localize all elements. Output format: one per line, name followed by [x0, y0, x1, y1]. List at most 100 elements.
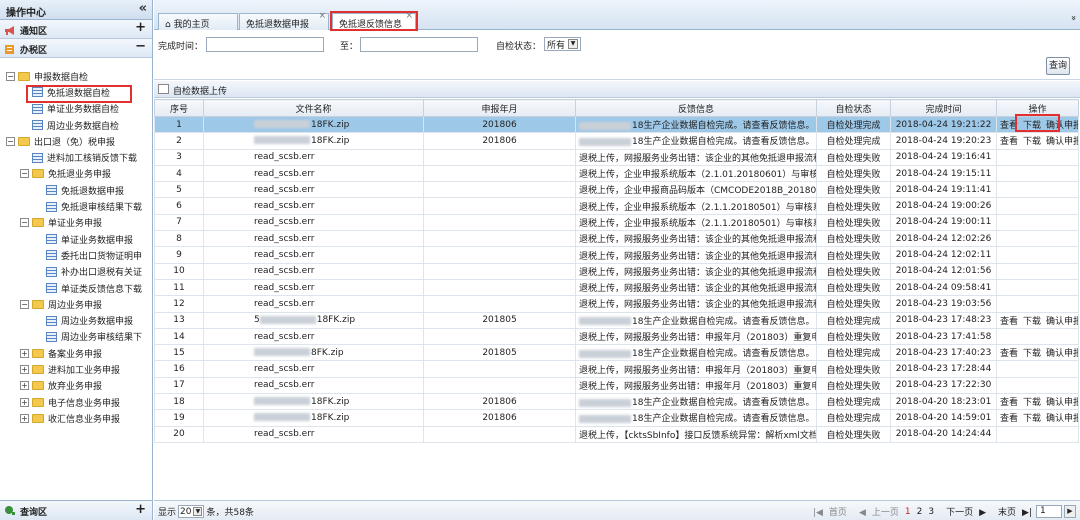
cell-ym — [423, 262, 576, 280]
cell-no: 7 — [154, 213, 204, 232]
prev-page-link[interactable]: ◀ 上一页 — [853, 505, 899, 518]
collapse-icon[interactable]: − — [20, 299, 29, 309]
tree-item[interactable]: − 单证业务申报 — [0, 215, 152, 231]
confirm-declare-link[interactable]: 确认申报 — [1046, 349, 1077, 359]
confirm-declare-link[interactable]: 确认申报 — [1046, 317, 1077, 327]
download-link[interactable]: 下载 — [1023, 414, 1041, 424]
end-time-input[interactable] — [360, 37, 478, 52]
table-row[interactable]: 13 5 18FK.zip 201805 18生产企业数据自检完成。请查看反馈信息。 自检… — [154, 311, 1079, 329]
tree-item[interactable]: − 出口退（免）税申报 — [0, 133, 152, 149]
tree-item[interactable]: + 电子信息业务申报 — [0, 394, 152, 410]
collapse-icon[interactable]: − — [6, 71, 15, 81]
tree-item[interactable]: + 进料加工业务申报 — [0, 361, 152, 377]
expand-icon[interactable]: + — [20, 364, 29, 374]
table-row[interactable]: 16 read_scsb.err 退税上传，网报服务业务出错：申报年月（201803… — [154, 360, 1079, 378]
tree-item[interactable]: 周边业务数据申报 — [0, 312, 152, 328]
page-link-1[interactable]: 1 — [905, 507, 911, 517]
cell-status-text: 自检处理失败 — [826, 365, 881, 376]
table-row[interactable]: 9 read_scsb.err 退税上传，网报服务业务出错：该企业的其他免抵退申报流… — [154, 246, 1079, 264]
chevron-double-down-icon[interactable]: » — [1068, 15, 1078, 21]
expand-icon[interactable]: + — [135, 20, 146, 35]
table-row[interactable]: 3 read_scsb.err 退税上传，网报服务业务出错：该企业的其他免抵退申报流… — [154, 148, 1079, 166]
confirm-declare-link[interactable]: 确认申报 — [1046, 137, 1077, 147]
confirm-declare-link[interactable]: 确认申报 — [1046, 398, 1077, 408]
tree-item-label: 周边业务申报 — [48, 300, 103, 311]
section-tax[interactable]: 办税区 − — [0, 39, 152, 58]
next-page-link[interactable]: 下一页 ▶ — [940, 505, 986, 518]
table-row[interactable]: 4 read_scsb.err 退税上传，企业申报系统版本（2.1.01.20180… — [154, 164, 1079, 183]
status-select[interactable]: 所有 ▼ — [544, 37, 582, 51]
expand-icon[interactable]: + — [20, 381, 29, 391]
page-number-input[interactable]: 1 — [1036, 505, 1062, 518]
tree-item[interactable]: − 免抵退业务申报 — [0, 166, 152, 182]
view-link[interactable]: 查看 — [1000, 414, 1018, 424]
table-row[interactable]: 18 18FK.zip 201806 18生产企业数据自检完成。请查看反馈信息。 自检处… — [154, 393, 1079, 411]
go-arrow-icon[interactable]: ▶ — [1064, 505, 1076, 518]
tree-item[interactable]: + 放弃业务申报 — [0, 378, 152, 394]
collapse-icon[interactable]: − — [6, 136, 15, 146]
tree-item[interactable]: 进料加工核销反馈下载 — [0, 149, 152, 165]
table-row[interactable]: 8 read_scsb.err 退税上传，网报服务业务出错：该企业的其他免抵退申报流… — [154, 230, 1079, 248]
view-link[interactable]: 查看 — [1000, 317, 1018, 327]
page-link-3[interactable]: 3 — [928, 507, 934, 517]
tree-item[interactable]: + 备案业务申报 — [0, 345, 152, 361]
tree-item[interactable]: 周边业务审核结果下 — [0, 329, 152, 345]
table-row[interactable]: 7 read_scsb.err 退税上传，企业申报系统版本（2.1.1.201805… — [154, 213, 1079, 232]
cell-status: 自检处理完成 — [816, 344, 891, 362]
view-link[interactable]: 查看 — [1000, 137, 1018, 147]
tree-item[interactable]: + 收汇信息业务申报 — [0, 410, 152, 426]
tree-item[interactable]: 免抵退数据申报 — [0, 182, 152, 198]
double-chevron-left-icon[interactable]: « — [139, 1, 147, 16]
view-link[interactable]: 查看 — [1000, 398, 1018, 408]
download-link[interactable]: 下载 — [1023, 317, 1041, 327]
expand-icon[interactable]: + — [20, 413, 29, 423]
expand-icon[interactable]: + — [20, 397, 29, 407]
first-page-link[interactable]: |◀ 首页 — [807, 505, 847, 518]
collapse-icon[interactable]: − — [20, 218, 29, 228]
table-row[interactable]: 19 18FK.zip 201806 18生产企业数据自检完成。请查看反馈信息。 自检处… — [154, 409, 1079, 427]
close-icon[interactable]: × — [318, 11, 326, 21]
tab-declare[interactable]: 免抵退数据申报 × — [239, 11, 329, 30]
table-row[interactable]: 2 18FK.zip 201806 18生产企业数据自检完成。请查看反馈信息。 自检处理… — [154, 132, 1079, 150]
tree-item[interactable]: 免抵退审核结果下载 — [0, 198, 152, 214]
section-notice[interactable]: 通知区 + — [0, 20, 152, 39]
table-row[interactable]: 6 read_scsb.err 退税上传，企业申报系统版本（2.1.1.201805… — [154, 197, 1079, 215]
last-page-link[interactable]: 末页 ▶| — [992, 505, 1032, 518]
download-link[interactable]: 下载 — [1023, 398, 1041, 408]
table-row[interactable]: 10 read_scsb.err 退税上传，网报服务业务出错：该企业的其他免抵退申报… — [154, 262, 1079, 280]
table-row[interactable]: 11 read_scsb.err 退税上传，网报服务业务出错：该企业的其他免抵退申报… — [154, 278, 1079, 297]
tab-home[interactable]: ⌂ 我的主页 — [158, 13, 238, 30]
table-row[interactable]: 14 read_scsb.err 退税上传，网报服务业务出错：申报年月（201803… — [154, 327, 1079, 346]
cell-no-text: 9 — [176, 250, 182, 261]
tree-item[interactable]: 周边业务数据自检 — [0, 117, 152, 133]
download-link[interactable]: 下载 — [1023, 137, 1041, 147]
query-button[interactable]: 查询 — [1046, 57, 1070, 75]
tree-item[interactable]: 单证业务数据自检 — [0, 101, 152, 117]
table-row[interactable]: 15 8FK.zip 201805 18生产企业数据自检完成。请查看反馈信息。 自检处理… — [154, 344, 1079, 362]
table-row[interactable]: 12 read_scsb.err 退税上传，网报服务业务出错：该企业的其他免抵退申报… — [154, 295, 1079, 313]
start-time-input[interactable] — [206, 37, 324, 52]
tree-item[interactable]: 单证类反馈信息下载 — [0, 280, 152, 296]
collapse-icon[interactable]: − — [135, 39, 146, 54]
page-link-2[interactable]: 2 — [917, 507, 923, 517]
tree-item[interactable]: 补办出口退税有关证 — [0, 264, 152, 280]
page-size-select[interactable]: 20 ▼ — [178, 505, 205, 518]
expand-icon[interactable]: + — [20, 348, 29, 358]
expand-icon[interactable]: + — [135, 502, 146, 517]
download-link[interactable]: 下载 — [1023, 349, 1041, 359]
table-row[interactable]: 1 18FK.zip 201806 18生产企业数据自检完成。请查看反馈信息。 自检处理… — [154, 115, 1079, 134]
collapse-icon[interactable]: − — [20, 169, 29, 179]
folder-icon — [32, 348, 44, 358]
cell-ym-text: 201806 — [482, 412, 517, 423]
view-link[interactable]: 查看 — [1000, 349, 1018, 359]
tree-item[interactable]: − 周边业务申报 — [0, 296, 152, 312]
tree-item[interactable]: − 申报数据自检 — [0, 68, 152, 84]
table-row[interactable]: 5 read_scsb.err 退税上传，企业申报商品码版本（CMCODE2018B… — [154, 181, 1079, 199]
tree-item[interactable]: 委托出口货物证明申 — [0, 247, 152, 263]
section-tax-label: 办税区 — [20, 46, 48, 56]
tree-item[interactable]: 单证业务数据申报 — [0, 231, 152, 247]
table-row[interactable]: 20 read_scsb.err 退税上传，【cktsSbInfo】接口反馈系统异常… — [154, 425, 1079, 443]
table-row[interactable]: 17 read_scsb.err 退税上传，网报服务业务出错：申报年月（201803… — [154, 376, 1079, 395]
section-query[interactable]: 查询区 + — [0, 500, 152, 520]
confirm-declare-link[interactable]: 确认申报 — [1046, 414, 1077, 424]
